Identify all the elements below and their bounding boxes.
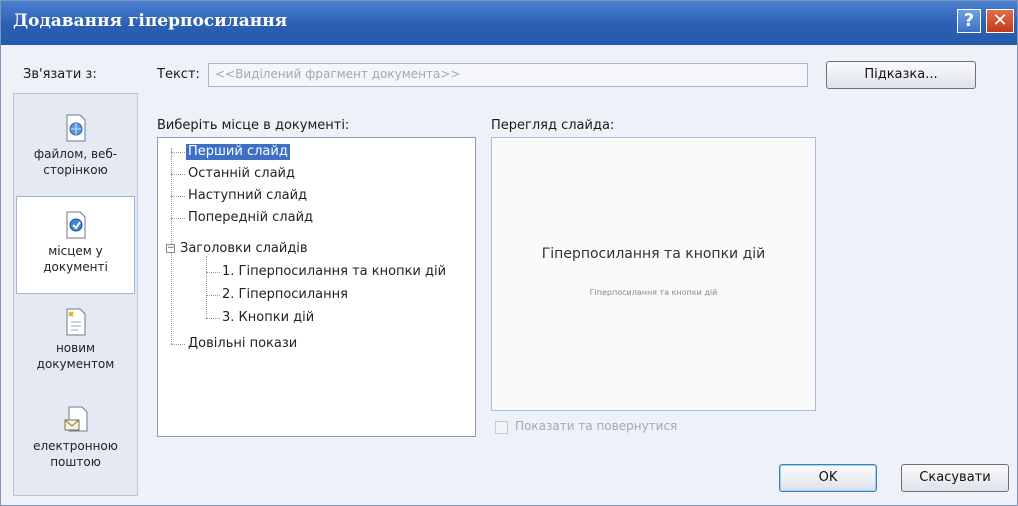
globe-file-icon: [66, 114, 85, 142]
screen-tip-button[interactable]: Підказка...: [826, 61, 976, 89]
email-icon: [64, 406, 87, 432]
text-field-label: Текст:: [157, 67, 200, 82]
tree-item-custom-shows[interactable]: Довільні покази: [188, 336, 297, 352]
show-and-return-label: Показати та повернутися: [515, 419, 678, 433]
document-place-icon: [66, 211, 85, 239]
display-text-input[interactable]: <<Виділений фрагмент документа>>: [208, 63, 808, 87]
tree-item-slide-titles[interactable]: Заголовки слайдів: [180, 241, 308, 257]
tree-guide-line: [206, 295, 220, 296]
tree-guide-line: [206, 256, 207, 318]
help-button[interactable]: ?: [957, 9, 981, 33]
ok-button[interactable]: OK: [779, 464, 877, 492]
side-item-label: електронною: [33, 439, 118, 453]
tree-item-slide-1[interactable]: 1. Гіперпосилання та кнопки дій: [222, 264, 446, 280]
link-type-email[interactable]: електронною поштою: [16, 406, 135, 486]
show-and-return-checkbox[interactable]: [495, 421, 508, 434]
tree-guide-line: [171, 174, 185, 175]
tree-guide-line: [171, 344, 185, 345]
title-bar[interactable]: Додавання гіперпосилання ? ✕: [1, 1, 1017, 45]
slide-preview: Гіперпосилання та кнопки дій Гіперпосила…: [491, 137, 816, 411]
tree-label: Виберіть місце в документі:: [157, 118, 350, 133]
collapse-icon[interactable]: −: [166, 244, 175, 253]
link-type-panel: файлом, веб- сторінкою місцем у документ…: [13, 93, 138, 496]
tree-item-previous-slide[interactable]: Попередній слайд: [188, 210, 313, 226]
link-type-new-document[interactable]: новим документом: [16, 308, 135, 388]
document-place-tree[interactable]: − Перший слайд Останній слайд Наступний …: [157, 137, 476, 437]
side-item-label: документом: [36, 357, 115, 371]
side-item-label: новим: [55, 341, 96, 355]
link-to-label: Зв'язати з:: [23, 67, 97, 82]
tree-guide-line: [206, 318, 220, 319]
side-item-label: сторінкою: [43, 163, 108, 177]
side-item-label: файлом, веб-: [33, 147, 118, 161]
tree-item-first-slide[interactable]: Перший слайд: [186, 144, 290, 160]
tree-item-last-slide[interactable]: Останній слайд: [188, 166, 295, 182]
preview-slide-subtitle: Гіперпосилання та кнопки дій: [589, 288, 718, 297]
link-type-place-in-document[interactable]: місцем у документі: [16, 196, 135, 294]
side-item-label: місцем у: [48, 244, 103, 258]
new-document-icon: [66, 308, 85, 336]
link-type-existing-file[interactable]: файлом, веб- сторінкою: [16, 114, 135, 194]
side-item-label: документі: [43, 260, 108, 274]
tree-item-slide-2[interactable]: 2. Гіперпосилання: [222, 287, 348, 303]
cancel-button[interactable]: Скасувати: [901, 464, 1009, 492]
tree-guide-line: [171, 196, 185, 197]
dialog-title: Додавання гіперпосилання: [13, 11, 288, 31]
tree-item-slide-3[interactable]: 3. Кнопки дій: [222, 310, 314, 326]
tree-guide-line: [171, 218, 185, 219]
hyperlink-dialog: Додавання гіперпосилання ? ✕ Зв'язати з:…: [0, 0, 1018, 506]
side-item-label: поштою: [50, 455, 101, 469]
tree-guide-line: [206, 272, 220, 273]
preview-label: Перегляд слайда:: [491, 118, 615, 133]
preview-slide-title: Гіперпосилання та кнопки дій: [541, 246, 766, 262]
tree-guide-line: [171, 152, 185, 153]
close-button[interactable]: ✕: [986, 9, 1014, 33]
tree-item-next-slide[interactable]: Наступний слайд: [188, 188, 307, 204]
